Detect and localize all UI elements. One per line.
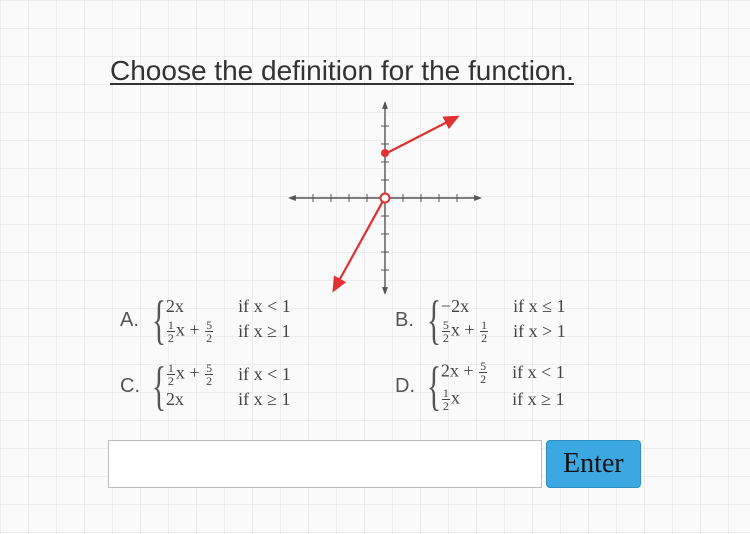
enter-button[interactable]: Enter <box>546 440 641 488</box>
choice-b[interactable]: B. { −2xif x ≤ 1 52x + 12if x > 1 <box>395 295 660 345</box>
choice-label: B. <box>395 309 419 332</box>
piece-expr: −2x <box>441 295 489 318</box>
piece-expr: 12x + 52 <box>166 318 214 345</box>
choice-label: A. <box>120 309 144 332</box>
piece-cond: if x ≥ 1 <box>488 386 565 413</box>
piece-cond: if x < 1 <box>214 295 291 318</box>
piece-cond: if x < 1 <box>214 361 291 388</box>
piece-expr: 12x <box>441 386 488 413</box>
piece-expr: 2x + 52 <box>441 359 488 386</box>
piece-cond: if x ≥ 1 <box>214 388 291 411</box>
choice-d[interactable]: D. { 2x + 52if x < 1 12xif x ≥ 1 <box>395 359 660 413</box>
answer-input[interactable] <box>108 440 542 488</box>
piece-cond: if x > 1 <box>489 318 566 345</box>
brace-icon: { <box>427 362 441 411</box>
piece-expr: 12x + 52 <box>166 361 214 388</box>
choice-c[interactable]: C. { 12x + 52if x < 1 2xif x ≥ 1 <box>120 359 385 413</box>
brace-icon: { <box>152 362 166 411</box>
piece-cond: if x ≤ 1 <box>489 295 566 318</box>
piece-expr: 2x <box>166 295 214 318</box>
answer-choices: A. { 2xif x < 1 12x + 52if x ≥ 1 B. { −2… <box>120 295 660 413</box>
choice-label: C. <box>120 375 144 398</box>
function-graph <box>275 88 495 308</box>
piece-cond: if x < 1 <box>488 359 565 386</box>
piece-expr: 2x <box>166 388 214 411</box>
question-title: Choose the definition for the function. <box>110 55 574 87</box>
choice-a[interactable]: A. { 2xif x < 1 12x + 52if x ≥ 1 <box>120 295 385 345</box>
brace-icon: { <box>152 296 166 345</box>
brace-icon: { <box>427 296 441 345</box>
choice-label: D. <box>395 375 419 398</box>
piece-cond: if x ≥ 1 <box>214 318 291 345</box>
piece-expr: 52x + 12 <box>441 318 489 345</box>
